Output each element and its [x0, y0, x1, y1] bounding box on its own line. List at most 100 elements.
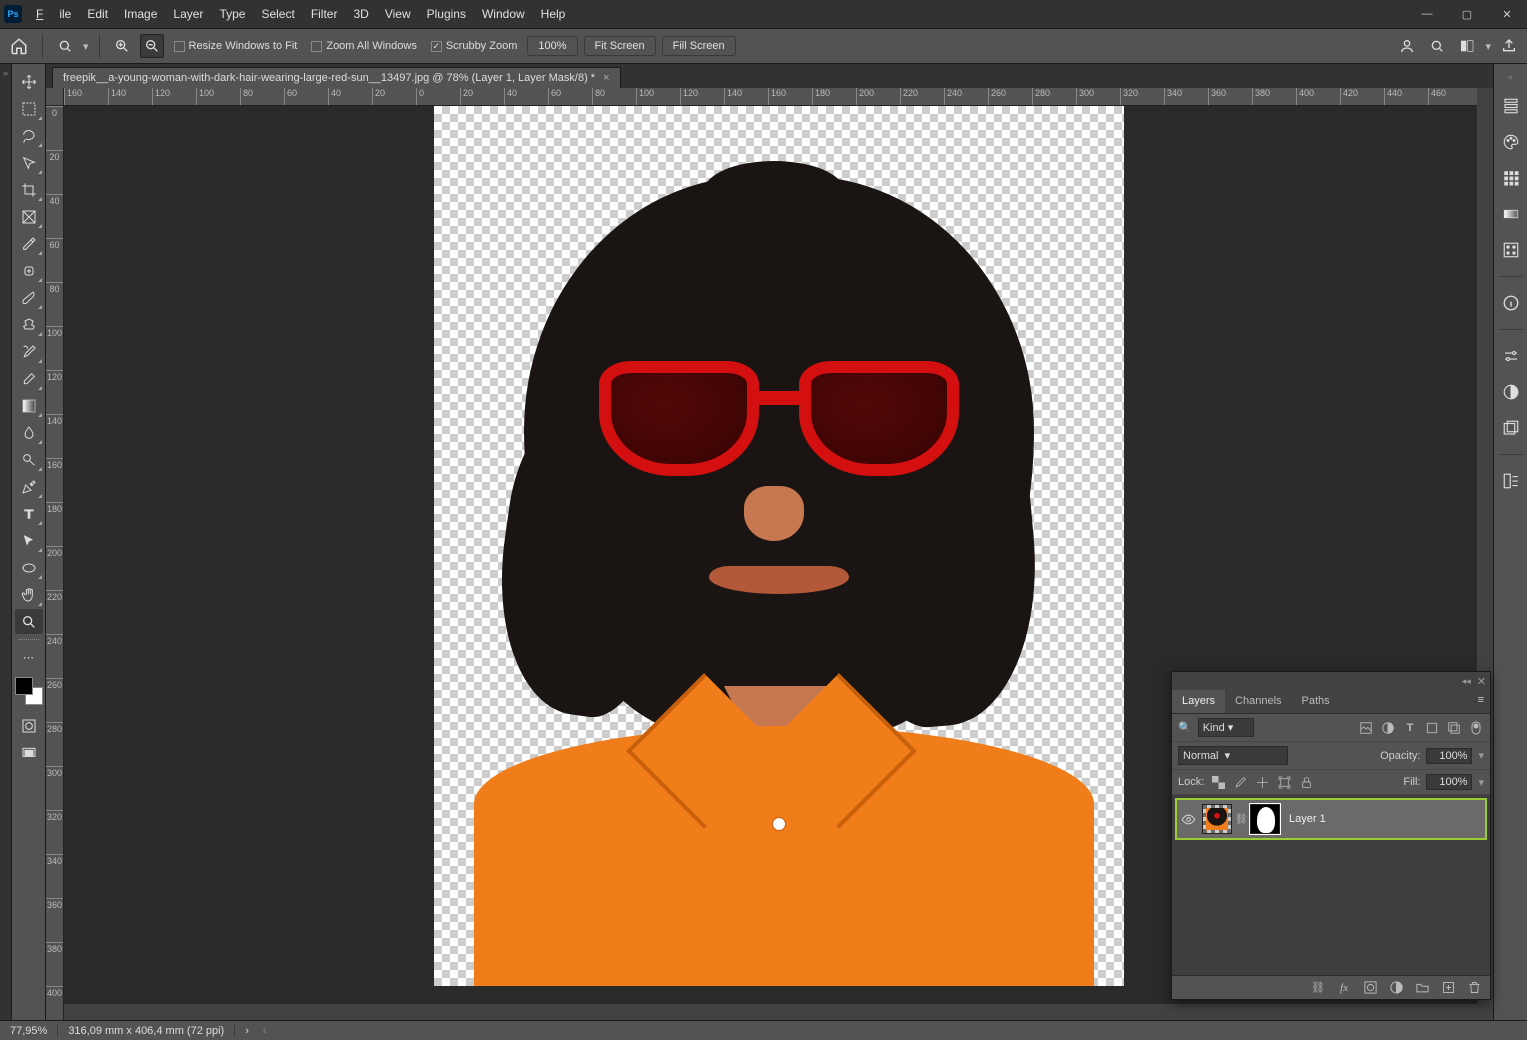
hand-tool[interactable]	[15, 582, 43, 607]
ruler-origin[interactable]	[46, 88, 64, 106]
scrollbar-horizontal[interactable]	[64, 1004, 1493, 1020]
color-panel-icon[interactable]	[1497, 128, 1525, 156]
eraser-tool[interactable]	[15, 366, 43, 391]
layer-effects-icon[interactable]: fx	[1336, 980, 1352, 996]
new-adjustment-icon[interactable]	[1388, 980, 1404, 996]
menu-view[interactable]: View	[377, 0, 419, 28]
path-selection-tool[interactable]	[15, 528, 43, 553]
menu-file[interactable]: File	[28, 0, 79, 28]
edit-toolbar-button[interactable]: ⋯	[15, 645, 43, 670]
type-tool[interactable]	[15, 501, 43, 526]
fit-screen-button[interactable]: Fit Screen	[584, 36, 656, 56]
lasso-tool[interactable]	[15, 123, 43, 148]
screen-mode-button[interactable]	[15, 740, 43, 765]
fill-value[interactable]: 100%	[1426, 774, 1472, 790]
chevron-down-icon[interactable]: ▾	[1485, 40, 1491, 53]
tab-channels[interactable]: Channels	[1225, 690, 1291, 713]
menu-type[interactable]: Type	[211, 0, 253, 28]
lock-artboard-icon[interactable]	[1276, 774, 1292, 790]
mask-link-icon[interactable]: ⛓	[1235, 814, 1247, 825]
quick-selection-tool[interactable]	[15, 150, 43, 175]
zoom-in-button[interactable]	[110, 34, 134, 58]
menu-help[interactable]: Help	[533, 0, 574, 28]
status-zoom[interactable]: 77,95%	[0, 1025, 58, 1037]
menu-image[interactable]: Image	[116, 0, 165, 28]
eyedropper-tool[interactable]	[15, 231, 43, 256]
layer-thumbnail[interactable]	[1202, 804, 1232, 834]
workspace-switcher[interactable]	[1455, 34, 1479, 58]
swatches-panel-icon[interactable]	[1497, 164, 1525, 192]
frame-tool[interactable]	[15, 204, 43, 229]
blend-mode-select[interactable]: Normal ▾	[1178, 746, 1288, 765]
status-chevron[interactable]: ›	[235, 1025, 259, 1037]
color-swatches[interactable]	[15, 677, 43, 705]
chevron-down-icon[interactable]: ▾	[1478, 776, 1484, 789]
menu-3d[interactable]: 3D	[345, 0, 376, 28]
filter-type-icon[interactable]: T	[1402, 720, 1418, 736]
layer-name[interactable]: Layer 1	[1283, 813, 1326, 825]
properties-panel-icon[interactable]	[1497, 467, 1525, 495]
lock-pixels-icon[interactable]	[1232, 774, 1248, 790]
canvas[interactable]	[434, 106, 1124, 986]
expand-icon[interactable]: »	[3, 68, 8, 78]
zoom-out-button[interactable]	[140, 34, 164, 58]
brush-tool[interactable]	[15, 285, 43, 310]
panel-menu-icon[interactable]: ≡	[1472, 690, 1490, 713]
new-group-icon[interactable]	[1414, 980, 1430, 996]
collapse-panel-icon[interactable]: ◂◂	[1462, 676, 1471, 687]
delete-layer-icon[interactable]	[1466, 980, 1482, 996]
filter-shape-icon[interactable]	[1424, 720, 1440, 736]
cloud-docs-icon[interactable]	[1395, 34, 1419, 58]
search-icon[interactable]	[1425, 34, 1449, 58]
menu-window[interactable]: Window	[474, 0, 533, 28]
menu-filter[interactable]: Filter	[303, 0, 346, 28]
clone-stamp-tool[interactable]	[15, 312, 43, 337]
layer-row[interactable]: ⛓ Layer 1	[1175, 798, 1487, 840]
filter-adjustment-icon[interactable]	[1380, 720, 1396, 736]
healing-brush-tool[interactable]	[15, 258, 43, 283]
zoom-100-button[interactable]: 100%	[527, 36, 577, 56]
resize-windows-checkbox[interactable]: Resize Windows to Fit	[170, 40, 302, 52]
ruler-vertical[interactable]: 0204060801001201401601802002202402602803…	[46, 106, 64, 1020]
home-button[interactable]	[6, 33, 32, 59]
zoom-tool[interactable]	[15, 609, 43, 634]
chevron-down-icon[interactable]: ▾	[1478, 749, 1484, 762]
gradients-panel-icon[interactable]	[1497, 200, 1525, 228]
lock-position-icon[interactable]	[1254, 774, 1270, 790]
search-icon[interactable]: 🔍	[1178, 721, 1192, 734]
patterns-panel-icon[interactable]	[1497, 236, 1525, 264]
tab-layers[interactable]: Layers	[1172, 690, 1225, 713]
history-panel-icon[interactable]	[1497, 92, 1525, 120]
layer-mask-thumbnail[interactable]	[1250, 804, 1280, 834]
scrubby-zoom-checkbox[interactable]: Scrubby Zoom	[427, 40, 522, 52]
info-panel-icon[interactable]	[1497, 289, 1525, 317]
menu-edit[interactable]: Edit	[79, 0, 116, 28]
maximize-button[interactable]: ▢	[1447, 0, 1487, 28]
history-brush-tool[interactable]	[15, 339, 43, 364]
close-panel-icon[interactable]: ✕	[1477, 675, 1486, 688]
pen-tool[interactable]	[15, 474, 43, 499]
visibility-toggle[interactable]	[1177, 812, 1199, 827]
opacity-value[interactable]: 100%	[1426, 748, 1472, 764]
status-scroll-left[interactable]: ‹	[259, 1025, 271, 1037]
gradient-tool[interactable]	[15, 393, 43, 418]
filter-toggle-icon[interactable]	[1468, 720, 1484, 736]
collapse-icon[interactable]: «	[1497, 70, 1525, 84]
dodge-tool[interactable]	[15, 447, 43, 472]
add-mask-icon[interactable]	[1362, 980, 1378, 996]
link-layers-icon[interactable]: ⛓	[1310, 980, 1326, 996]
close-icon[interactable]: ×	[603, 72, 609, 84]
lock-transparency-icon[interactable]	[1210, 774, 1226, 790]
filter-kind-select[interactable]: Kind ▾	[1198, 718, 1254, 737]
tool-preset-picker[interactable]	[53, 34, 77, 58]
move-tool[interactable]	[15, 69, 43, 94]
minimize-button[interactable]: —	[1407, 0, 1447, 28]
ruler-horizontal[interactable]: 1601401201008060402002040608010012014016…	[64, 88, 1493, 106]
menu-plugins[interactable]: Plugins	[419, 0, 474, 28]
filter-smart-icon[interactable]	[1446, 720, 1462, 736]
styles-panel-icon[interactable]	[1497, 378, 1525, 406]
menu-layer[interactable]: Layer	[165, 0, 211, 28]
marquee-tool[interactable]	[15, 96, 43, 121]
lock-all-icon[interactable]	[1298, 774, 1314, 790]
libraries-panel-icon[interactable]	[1497, 414, 1525, 442]
